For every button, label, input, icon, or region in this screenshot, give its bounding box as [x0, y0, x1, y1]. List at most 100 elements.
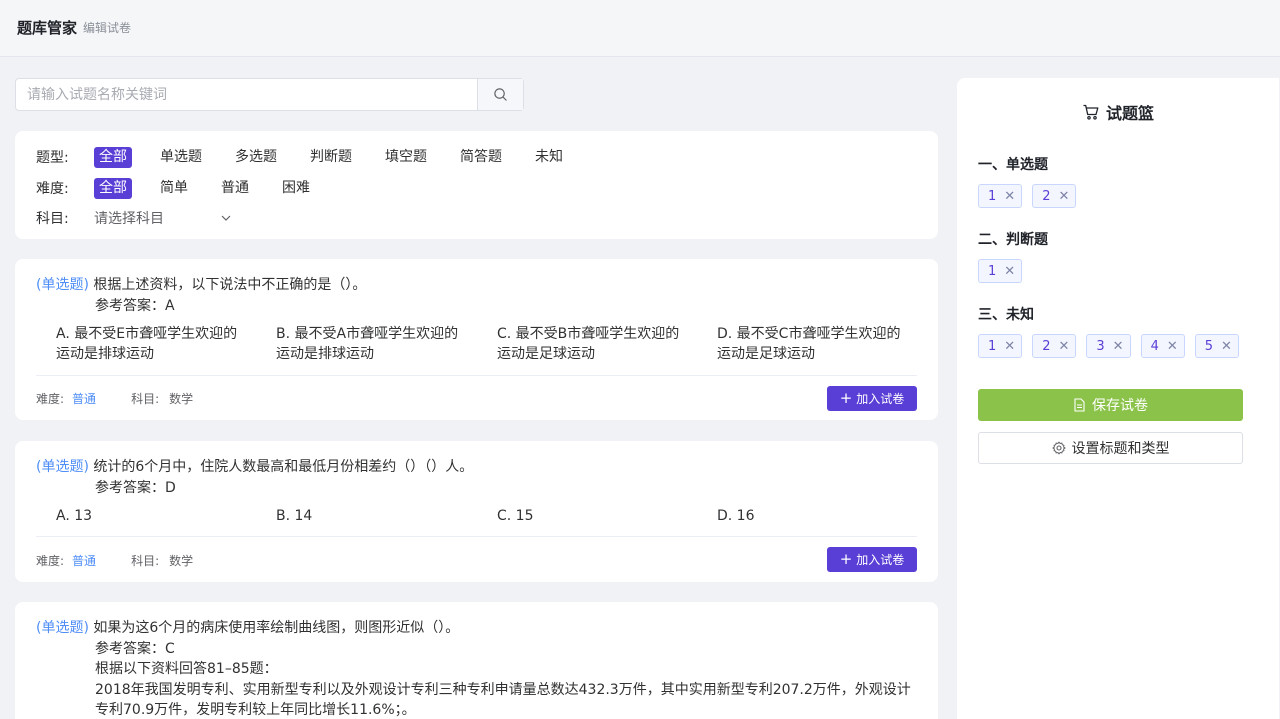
basket-section-items: 1 ✕ 2 ✕: [978, 184, 1086, 208]
plus-icon: +: [839, 389, 853, 407]
basket-item-tag[interactable]: 4 ✕: [1140, 334, 1185, 358]
basket-item-tag[interactable]: 3 ✕: [1086, 334, 1131, 358]
question-option: C. 最不受B市聋哑学生欢迎的运动是足球运动: [497, 326, 680, 362]
subject-value: 数学: [169, 554, 194, 568]
question-title: (单选题) 如果为这6个月的病床使用率绘制曲线图，则图形近似（）。: [36, 617, 459, 637]
basket-item-number: 3: [1096, 338, 1105, 354]
question-type: (单选题): [36, 459, 89, 475]
search-input[interactable]: [16, 79, 477, 110]
close-icon[interactable]: ✕: [1004, 264, 1015, 279]
subject-select-placeholder: 请选择科目: [94, 211, 164, 227]
chevron-down-icon: [221, 215, 231, 221]
question-option: D. 16: [717, 508, 755, 524]
close-icon[interactable]: ✕: [1058, 339, 1069, 354]
basket-item-number: 1: [988, 263, 997, 279]
cart-icon: [1083, 104, 1099, 120]
basket-item-tag[interactable]: 1 ✕: [978, 184, 1023, 208]
question-card: (单选题) 如果为这6个月的病床使用率绘制曲线图，则图形近似（）。 参考答案：C…: [15, 602, 938, 719]
difficulty-chip-all[interactable]: 全部: [94, 177, 132, 199]
basket-item-number: 1: [988, 188, 997, 204]
close-icon[interactable]: ✕: [1004, 339, 1015, 354]
app-title: 题库管家: [17, 19, 78, 37]
basket-item-tag[interactable]: 1 ✕: [978, 334, 1023, 358]
difficulty-value: 普通: [72, 554, 97, 568]
question-type: (单选题): [36, 620, 89, 636]
type-chip-unknown[interactable]: 未知: [530, 147, 568, 168]
difficulty-filter-row: 难度: 全部 简单 普通 困难: [36, 177, 338, 199]
type-filter-label: 题型:: [36, 150, 69, 166]
question-answer: 参考答案：A: [95, 298, 175, 314]
add-to-paper-button[interactable]: + 加入试卷: [827, 386, 917, 411]
question-card: (单选题) 统计的6个月中，住院人数最高和最低月份相差约（）（）人。 参考答案：…: [15, 441, 938, 582]
subject-filter-label: 科目:: [36, 211, 69, 227]
subject-value: 数学: [169, 392, 194, 406]
basket-item-tag[interactable]: 5 ✕: [1194, 334, 1239, 358]
basket-item-tag[interactable]: 2 ✕: [1032, 184, 1077, 208]
question-title: (单选题) 根据上述资料，以下说法中不正确的是（）。: [36, 274, 366, 294]
question-meta: 难度: 普通 科目: 数学: [36, 390, 193, 407]
plus-icon: +: [839, 550, 853, 568]
question-answer: 参考答案：C: [95, 641, 175, 657]
difficulty-chip-easy[interactable]: 简单: [155, 178, 193, 199]
close-icon[interactable]: ✕: [1004, 189, 1015, 204]
question-card: (单选题) 根据上述资料，以下说法中不正确的是（）。 参考答案：A A. 最不受…: [15, 259, 938, 420]
difficulty-value: 普通: [72, 392, 97, 406]
search-icon: [494, 88, 507, 101]
difficulty-chip-hard[interactable]: 困难: [277, 178, 315, 199]
page-subtitle: 编辑试卷: [83, 21, 132, 35]
add-to-paper-button[interactable]: + 加入试卷: [827, 547, 917, 572]
save-paper-button[interactable]: 保存试卷: [978, 389, 1243, 421]
basket-item-number: 1: [988, 338, 997, 354]
difficulty-label: 难度:: [36, 392, 65, 406]
question-text: 如果为这6个月的病床使用率绘制曲线图，则图形近似（）。: [93, 620, 460, 636]
basket-item-tag[interactable]: 1 ✕: [978, 259, 1023, 283]
settings-button[interactable]: 设置标题和类型: [978, 432, 1243, 464]
basket-section-title: 一、单选题: [978, 157, 1048, 173]
question-text: 统计的6个月中，住院人数最高和最低月份相差约（）（）人。: [93, 459, 474, 475]
type-filter-row: 题型: 全部 单选题 多选题 判断题 填空题 简答题 未知: [36, 146, 591, 168]
document-icon: [1074, 398, 1085, 412]
question-option: B. 最不受A市聋哑学生欢迎的运动是排球运动: [276, 326, 459, 362]
subject-select[interactable]: 请选择科目: [94, 208, 232, 228]
type-chip-short[interactable]: 简答题: [455, 147, 507, 168]
basket-title: 试题篮: [957, 100, 1279, 124]
question-option: A. 最不受E市聋哑学生欢迎的运动是排球运动: [56, 326, 238, 362]
search-bar: [15, 78, 524, 111]
type-chip-all[interactable]: 全部: [94, 146, 132, 168]
question-material-text: 专利70.9万件，发明专利较上年同比增长11.6%；。: [95, 702, 416, 718]
difficulty-filter-label: 难度:: [36, 181, 69, 197]
basket-item-tag[interactable]: 2 ✕: [1032, 334, 1077, 358]
basket-section-title: 三、未知: [978, 307, 1034, 323]
close-icon[interactable]: ✕: [1221, 339, 1232, 354]
type-chip-single[interactable]: 单选题: [155, 147, 207, 168]
question-answer: 参考答案：D: [95, 480, 176, 496]
basket-item-number: 2: [1042, 338, 1051, 354]
close-icon[interactable]: ✕: [1058, 189, 1069, 204]
add-to-paper-label: 加入试卷: [856, 392, 905, 406]
basket-item-number: 5: [1204, 338, 1214, 354]
difficulty-label: 难度:: [36, 554, 65, 568]
question-option: D. 最不受C市聋哑学生欢迎的运动是足球运动: [717, 326, 901, 362]
type-chip-judge[interactable]: 判断题: [305, 147, 357, 168]
close-icon[interactable]: ✕: [1167, 339, 1178, 354]
question-material-text: 2018年我国发明专利、实用新型专利以及外观设计专利三种专利申请量总数达432.…: [95, 682, 911, 698]
question-text: 根据上述资料，以下说法中不正确的是（）。: [93, 277, 367, 293]
card-divider: [36, 375, 917, 376]
question-title: (单选题) 统计的6个月中，住院人数最高和最低月份相差约（）（）人。: [36, 456, 473, 476]
save-paper-label: 保存试卷: [1092, 398, 1148, 414]
search-button[interactable]: [477, 79, 523, 110]
gear-icon: [1051, 441, 1066, 455]
basket-section-title: 二、判断题: [978, 232, 1048, 248]
settings-label: 设置标题和类型: [1071, 441, 1170, 457]
question-type: (单选题): [36, 277, 89, 293]
close-icon[interactable]: ✕: [1113, 339, 1124, 354]
difficulty-chip-normal[interactable]: 普通: [216, 178, 254, 199]
basket-section-items: 1 ✕: [978, 259, 1032, 283]
type-chip-multiple[interactable]: 多选题: [230, 147, 282, 168]
subject-label: 科目:: [131, 554, 160, 568]
question-option: A. 13: [56, 508, 93, 524]
basket-item-number: 2: [1042, 188, 1051, 204]
top-bar: 题库管家 编辑试卷: [0, 0, 1280, 57]
question-option: C. 15: [497, 508, 534, 524]
type-chip-fill[interactable]: 填空题: [380, 147, 432, 168]
